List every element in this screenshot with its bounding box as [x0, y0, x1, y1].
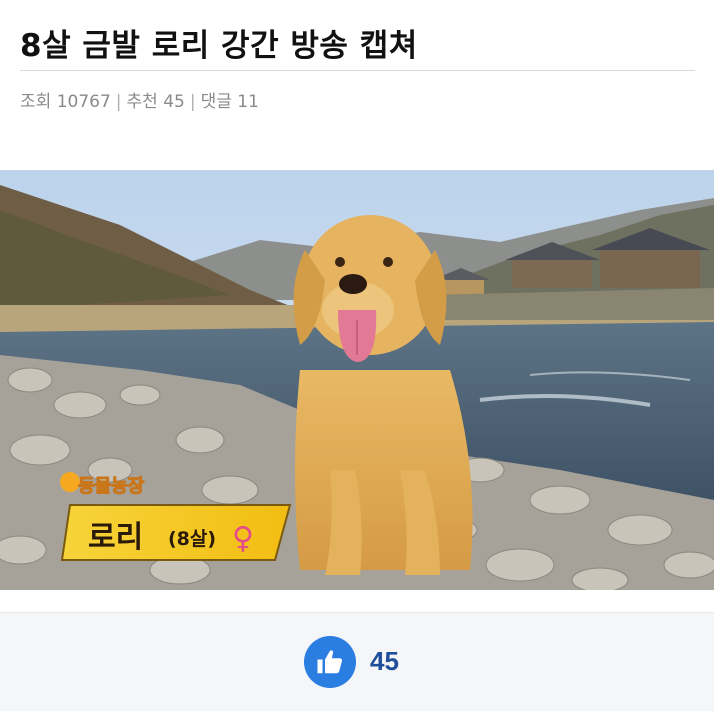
meta-separator: |: [189, 92, 196, 112]
comments-label: 댓글: [200, 92, 232, 112]
caption-gender: ♀: [232, 521, 254, 556]
post-meta: 조회 10767 | 추천 45 | 댓글 11: [20, 87, 259, 112]
comments-count: 11: [237, 92, 259, 112]
caption-age: (8살): [168, 528, 216, 550]
views-count: 10767: [56, 92, 111, 112]
caption-logo: 동물농장: [78, 476, 145, 497]
recommend-label: 추천: [126, 92, 158, 112]
thumbs-up-icon: [317, 650, 342, 674]
meta-separator: |: [115, 92, 122, 112]
caption-name: 로리: [88, 520, 143, 555]
like-button[interactable]: [304, 636, 356, 688]
post-title: 8살 금발 로리 강간 방송 캡쳐: [20, 28, 418, 64]
title-divider: [20, 70, 695, 71]
views-label: 조회: [20, 92, 52, 112]
like-count: 45: [370, 646, 399, 676]
paw-icon: [60, 472, 80, 492]
recommend-count: 45: [163, 92, 185, 112]
post-footer: 45: [0, 612, 714, 711]
tv-capture-illustration: 동물농장 로리 (8살) ♀: [0, 170, 714, 590]
post-image: 동물농장 로리 (8살) ♀: [0, 170, 714, 590]
